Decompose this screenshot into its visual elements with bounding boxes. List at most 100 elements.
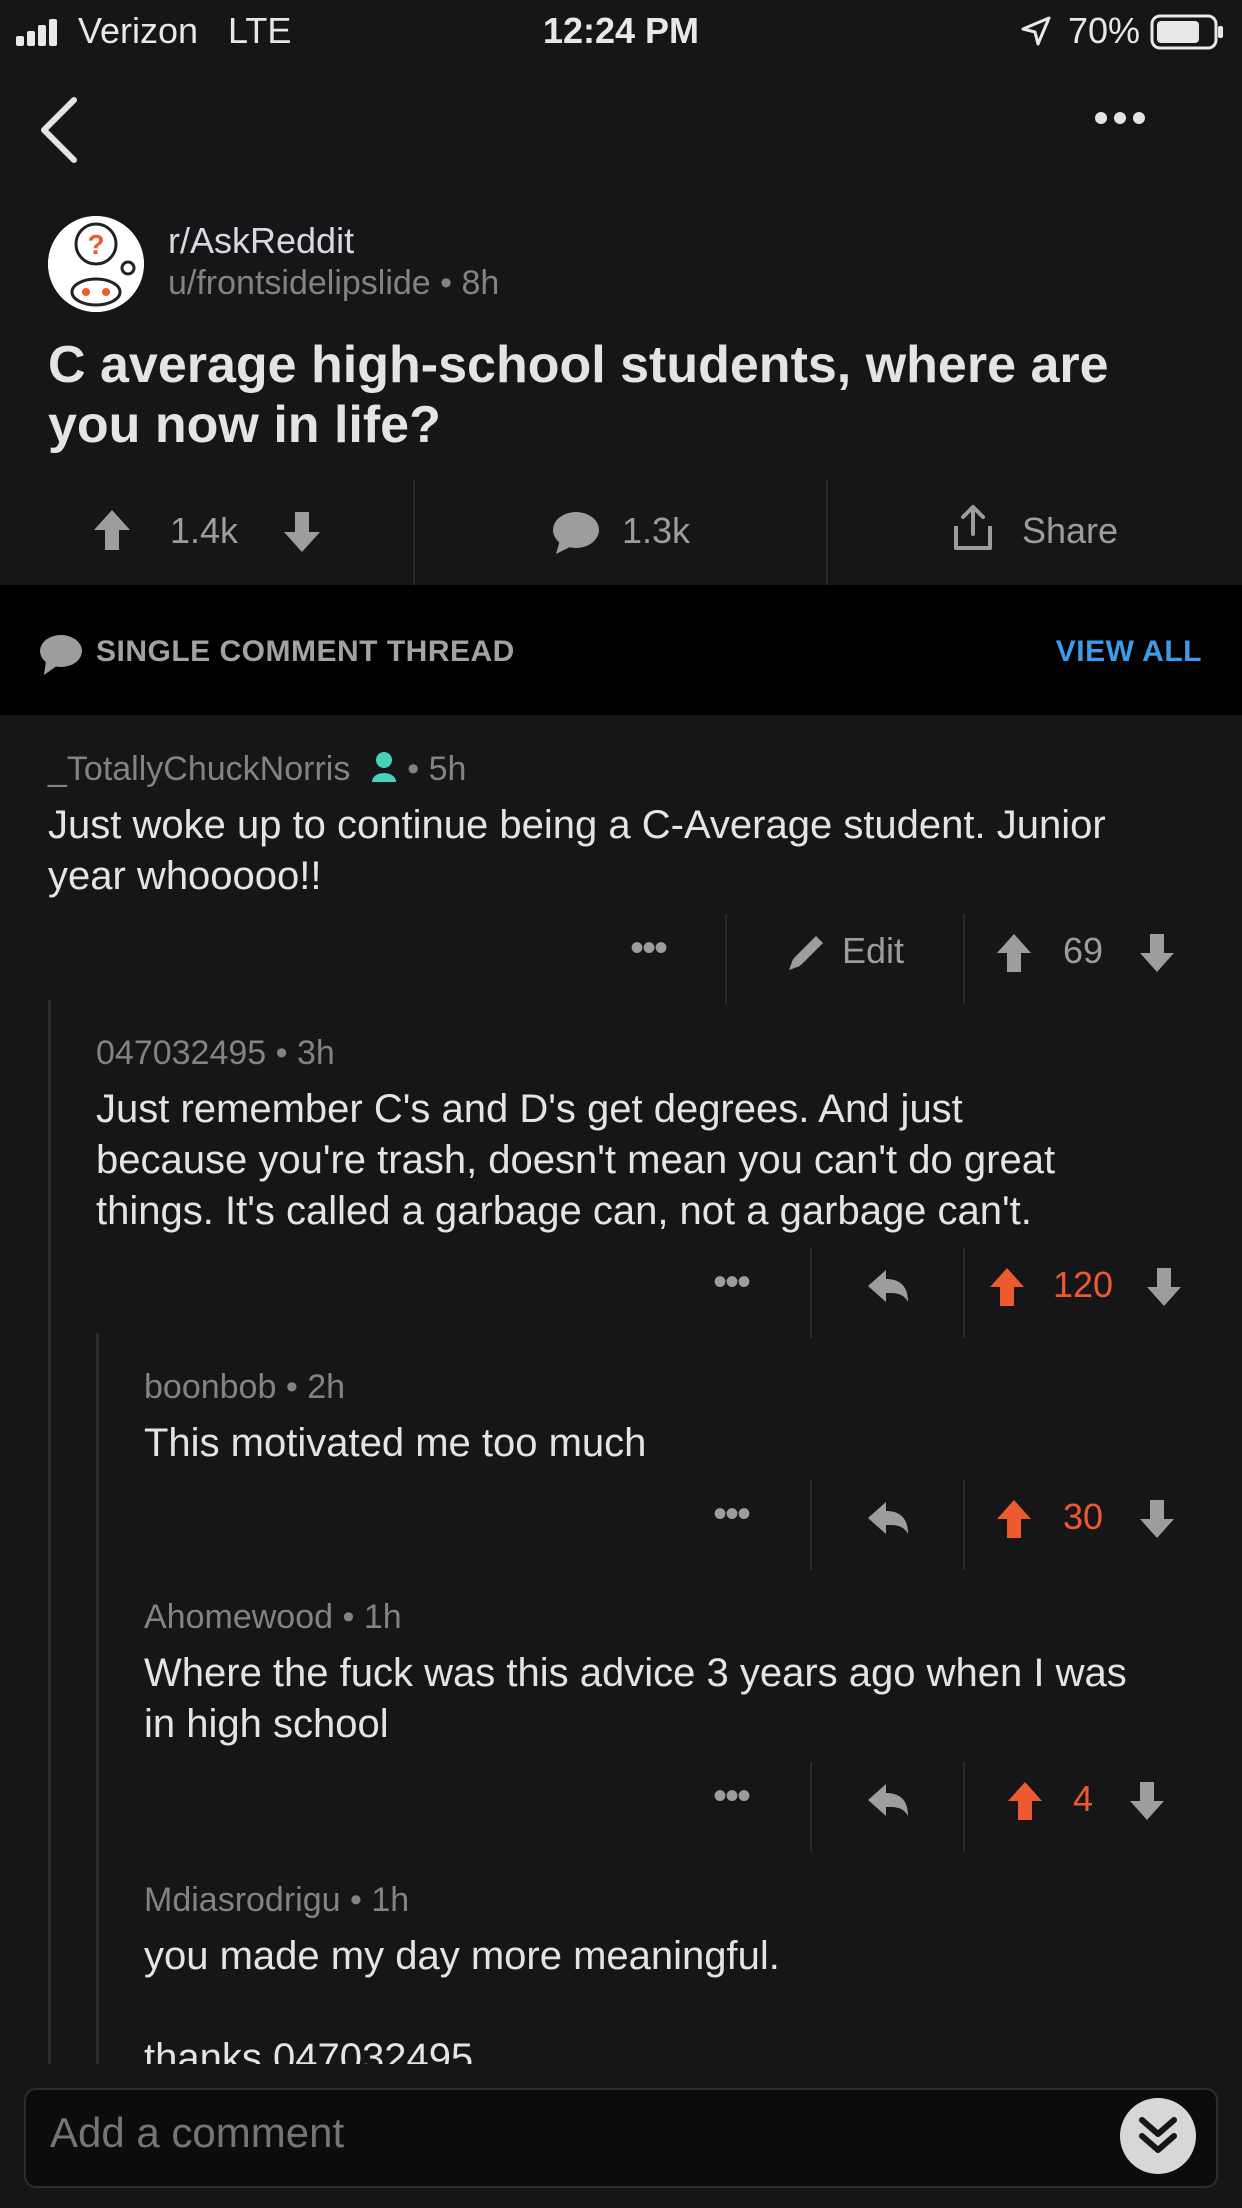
single-thread-bar: SINGLE COMMENT THREAD VIEW ALL <box>0 585 1242 715</box>
comment-score: 120 <box>1053 1264 1114 1305</box>
post-age: 8h <box>461 264 500 302</box>
comment-author[interactable]: 047032495 <box>96 1034 266 1072</box>
comment-line: you made my day more meaningful. <box>144 1934 780 1978</box>
reply-arrow-icon[interactable] <box>866 1500 910 1536</box>
comment-age: 1h <box>363 1598 402 1636</box>
row-divider <box>810 1248 812 1338</box>
add-comment-input[interactable] <box>48 2108 1052 2158</box>
reply-arrow-icon[interactable] <box>866 1268 910 1304</box>
comment-author[interactable]: boonbob <box>144 1368 276 1406</box>
row-divider <box>810 1480 812 1570</box>
comment-more-button[interactable]: ••• <box>713 1260 751 1305</box>
comment-action-row: ••• Edit 69 <box>0 906 1242 1004</box>
comment-line: because you're trash, doesn't mean you c… <box>96 1138 1056 1182</box>
comment-age: 1h <box>371 1881 410 1919</box>
downvote-arrow-icon[interactable] <box>1128 1780 1166 1822</box>
comments-button[interactable]: 1.3k <box>540 500 760 570</box>
post-action-bar: 1.4k 1.3k Share <box>0 480 1242 590</box>
comment-line: Where the fuck was this advice 3 years a… <box>144 1651 1127 1695</box>
comment-line: things. It's called a garbage can, not a… <box>96 1189 1032 1233</box>
comment-line <box>144 1982 1214 2033</box>
share-button[interactable]: Share <box>950 500 1150 570</box>
pencil-icon <box>789 936 823 970</box>
share-label: Share <box>1022 510 1119 551</box>
comment-action-row: ••• 120 <box>0 1240 1242 1338</box>
comment-age: 3h <box>297 1034 335 1072</box>
meta-separator: • <box>440 264 462 302</box>
user-badge-icon <box>371 752 396 782</box>
battery-percent: 70% <box>1068 10 1141 51</box>
comment-count: 1.3k <box>622 510 691 551</box>
downvote-arrow-icon[interactable] <box>1145 1266 1183 1308</box>
meta-separator: • <box>342 1598 364 1636</box>
subreddit-name[interactable]: r/AskReddit <box>168 220 354 262</box>
row-divider <box>963 1248 965 1338</box>
downvote-arrow-icon[interactable] <box>1138 1498 1176 1540</box>
upvote-arrow-icon[interactable] <box>92 508 132 552</box>
upvote-arrow-icon[interactable] <box>1006 1780 1044 1822</box>
comment-action-row: ••• 30 <box>0 1472 1242 1570</box>
action-divider <box>826 480 828 590</box>
thread-title: SINGLE COMMENT THREAD <box>96 635 515 668</box>
comment-line: This motivated me too much <box>144 1421 647 1465</box>
collapse-thread-button[interactable] <box>1120 2098 1196 2174</box>
meta-separator: • <box>349 1881 372 1919</box>
comment-age: 2h <box>307 1368 346 1406</box>
post-score: 1.4k <box>170 510 239 551</box>
clock: 12:24 PM <box>542 10 700 51</box>
row-divider <box>725 914 727 1004</box>
row-divider <box>963 1480 965 1570</box>
comment-meta: boonbob • 2h <box>144 1368 345 1407</box>
comment-score: 69 <box>1063 930 1104 971</box>
comment-line: year whooooo!! <box>48 854 322 898</box>
edit-button[interactable]: Edit <box>780 926 930 982</box>
comment-age: 5h <box>428 750 467 788</box>
downvote-arrow-icon[interactable] <box>282 510 322 554</box>
reply-arrow-icon[interactable] <box>866 1782 910 1818</box>
comment-more-button[interactable]: ••• <box>630 926 668 971</box>
edit-label: Edit <box>842 930 905 971</box>
comment-body: This motivated me too much <box>144 1418 1214 1469</box>
svg-text:?: ? <box>87 229 104 260</box>
comment-body: Where the fuck was this advice 3 years a… <box>144 1648 1214 1750</box>
comment-line: Just woke up to continue being a C-Avera… <box>48 803 1106 847</box>
comment-meta: Mdiasrodrigu • 1h <box>144 1881 409 1920</box>
comment-line: in high school <box>144 1702 389 1746</box>
thread-line[interactable] <box>96 1334 99 2064</box>
post-meta: u/frontsidelipslide • 8h <box>168 264 499 303</box>
comment-meta: 047032495 • 3h <box>96 1034 335 1073</box>
comment-body: Just remember C's and D's get degrees. A… <box>96 1084 1216 1237</box>
comment-more-button[interactable]: ••• <box>713 1774 751 1819</box>
upvote-arrow-icon[interactable] <box>988 1266 1026 1308</box>
more-options-button[interactable] <box>1094 110 1146 126</box>
row-divider <box>810 1762 812 1852</box>
upvote-arrow-icon[interactable] <box>995 1498 1033 1540</box>
subreddit-avatar[interactable]: ? <box>48 216 144 312</box>
more-dots-icon <box>1095 112 1145 124</box>
comment-meta: _TotallyChuckNorris • 5h <box>48 750 466 789</box>
downvote-arrow-icon[interactable] <box>1138 932 1176 974</box>
back-button[interactable] <box>30 90 90 170</box>
comment-line: Just remember C's and D's get degrees. A… <box>96 1087 963 1131</box>
comment-author[interactable]: Mdiasrodrigu <box>144 1881 341 1919</box>
comment-more-button[interactable]: ••• <box>713 1492 751 1537</box>
snoo-question-icon: ? <box>48 216 144 312</box>
comment-score: 30 <box>1063 1496 1104 1537</box>
action-divider <box>413 480 415 590</box>
post-author[interactable]: u/frontsidelipslide <box>168 264 431 302</box>
row-divider <box>963 914 965 1004</box>
meta-separator: • <box>407 750 429 788</box>
comment-author[interactable]: Ahomewood <box>144 1598 333 1636</box>
comment-score: 4 <box>1073 1778 1094 1819</box>
row-divider <box>963 1762 965 1852</box>
post-title: C average high-school students, where ar… <box>48 336 1109 454</box>
back-chevron-icon <box>41 97 77 163</box>
view-all-link[interactable]: VIEW ALL <box>1056 635 1202 669</box>
upvote-arrow-icon[interactable] <box>995 932 1033 974</box>
comment-body: you made my day more meaningful. thanks … <box>144 1931 1214 2084</box>
share-icon <box>954 505 992 550</box>
battery-icon <box>1150 14 1223 50</box>
comment-bubble-icon <box>553 512 599 554</box>
comment-author[interactable]: _TotallyChuckNorris <box>48 750 350 788</box>
meta-separator: • <box>285 1368 308 1406</box>
